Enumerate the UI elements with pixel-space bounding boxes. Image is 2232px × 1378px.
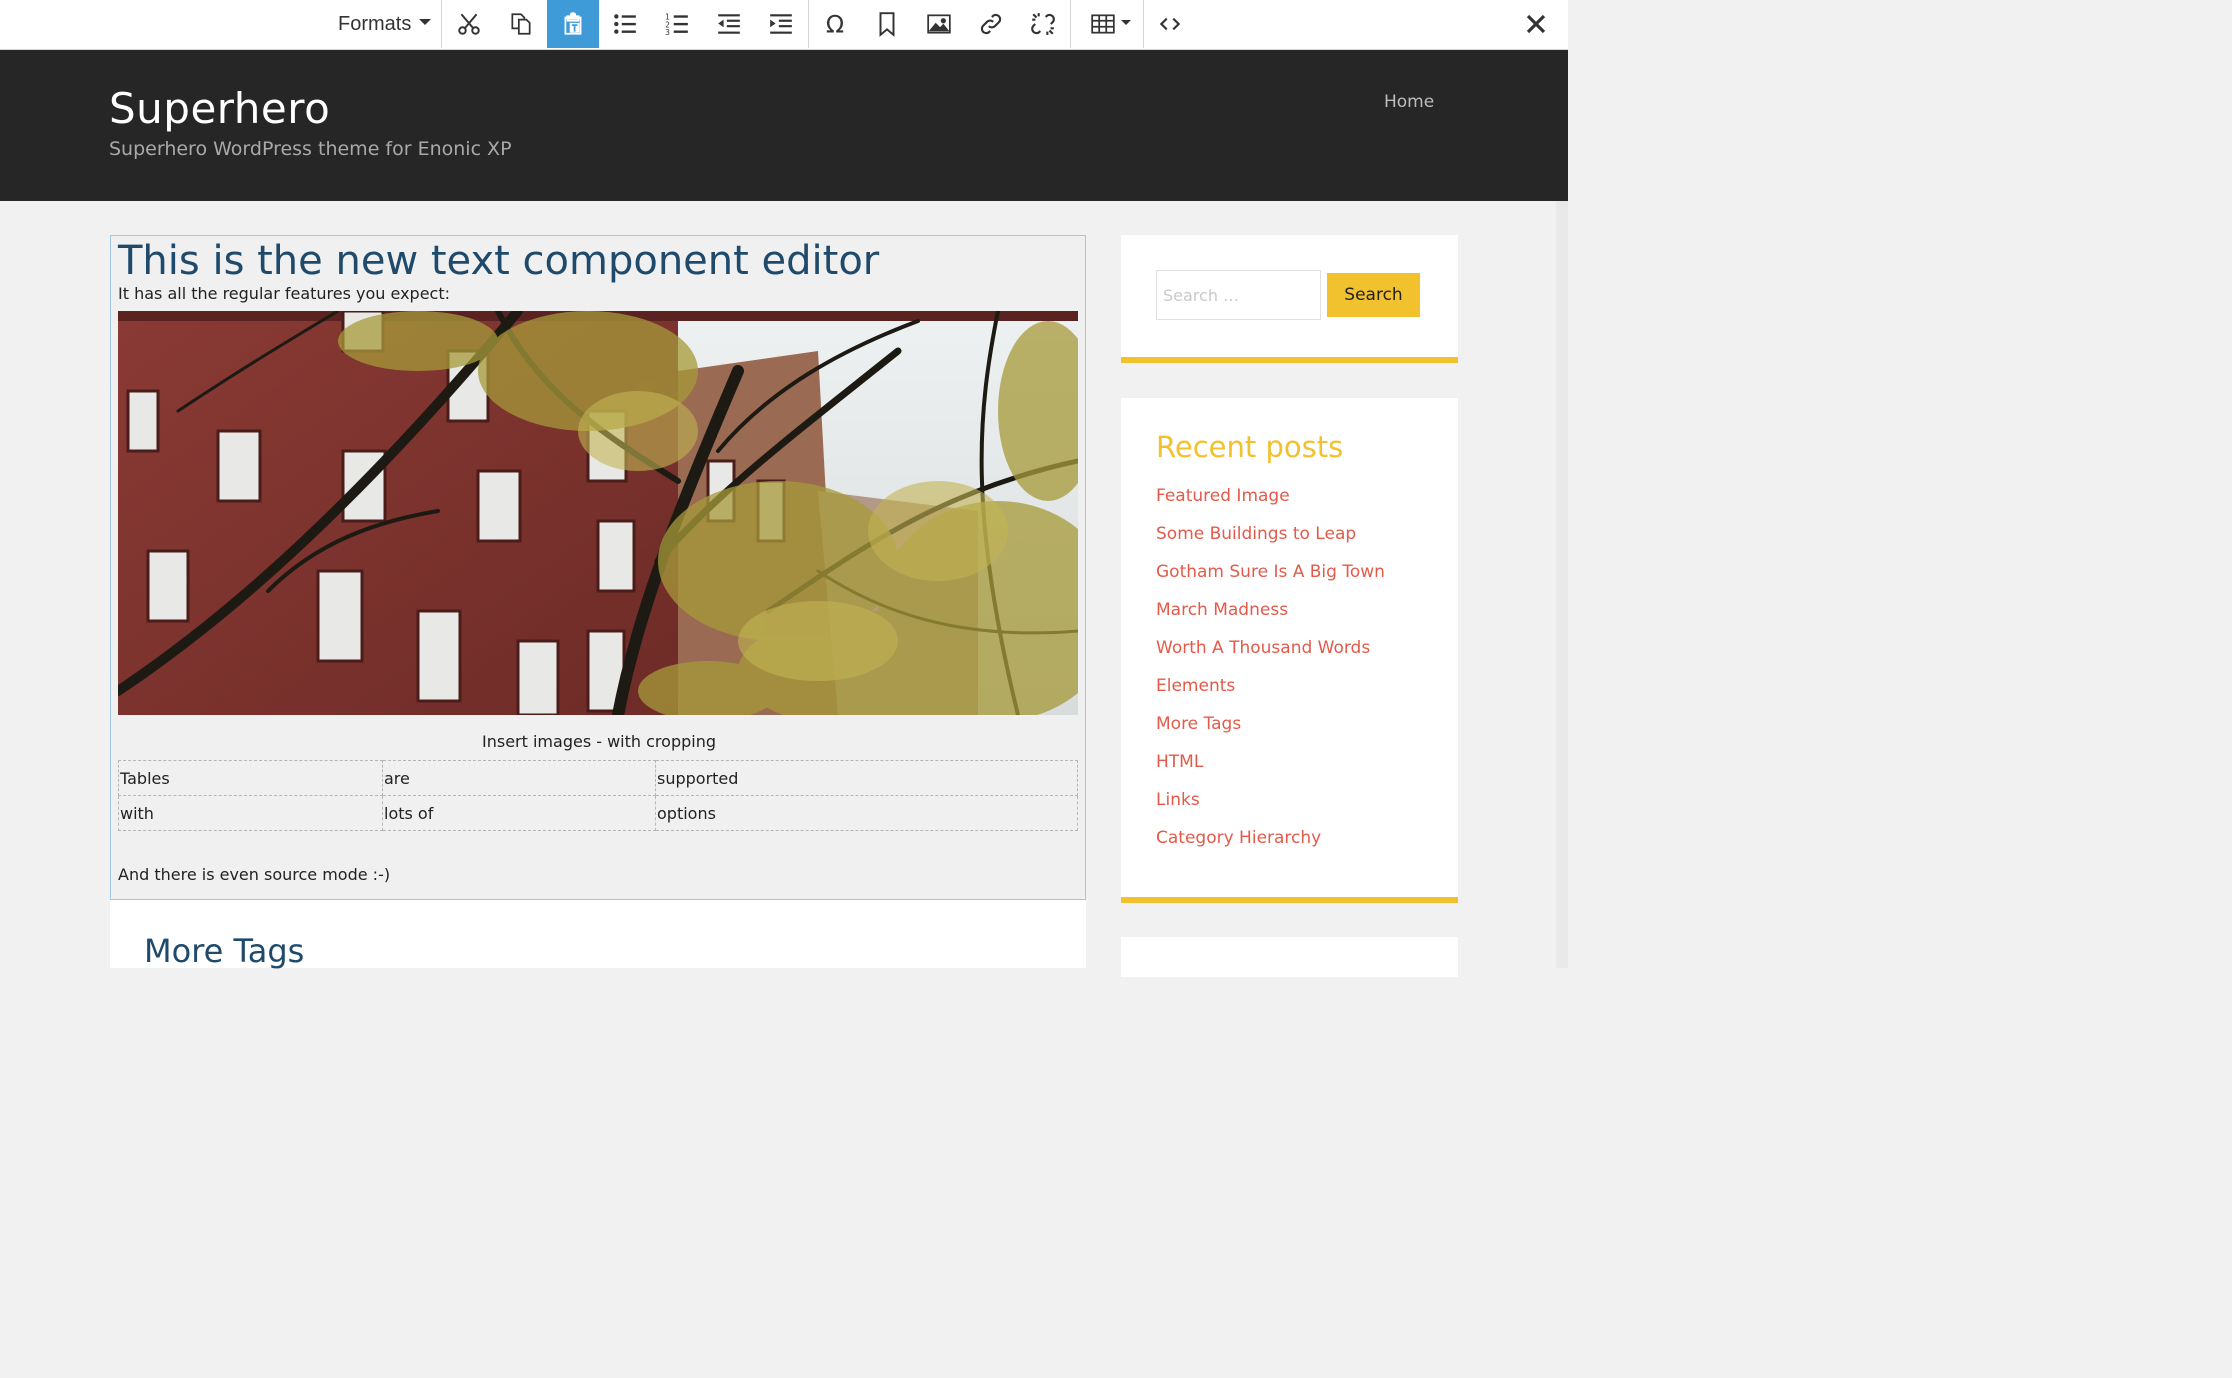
bullet-list-icon bbox=[614, 14, 636, 34]
sidebar-widget bbox=[1121, 937, 1458, 977]
cut-icon bbox=[458, 13, 480, 35]
paste-text-icon bbox=[564, 12, 582, 35]
close-editor-button[interactable] bbox=[1516, 4, 1556, 44]
search-button[interactable]: Search bbox=[1327, 273, 1420, 317]
table-cell[interactable]: lots of bbox=[382, 795, 656, 831]
copy-icon bbox=[511, 13, 531, 35]
link-icon bbox=[980, 13, 1002, 35]
recent-post-link[interactable]: Featured Image bbox=[1156, 486, 1385, 524]
recent-post-link[interactable]: HTML bbox=[1156, 752, 1385, 790]
indent-icon bbox=[770, 14, 792, 34]
recent-post-link[interactable]: Some Buildings to Leap bbox=[1156, 524, 1385, 562]
nav-item-home[interactable]: Home bbox=[1384, 92, 1434, 112]
site-header: Superhero Superhero WordPress theme for … bbox=[0, 50, 1568, 201]
search-input[interactable]: Search … bbox=[1156, 270, 1321, 320]
recent-post-link[interactable]: Gotham Sure Is A Big Town bbox=[1156, 562, 1385, 600]
editor-heading[interactable]: This is the new text component editor bbox=[118, 238, 879, 284]
table-icon bbox=[1091, 14, 1115, 34]
outdent-icon bbox=[718, 14, 740, 34]
outdent-button[interactable] bbox=[703, 0, 755, 48]
numbered-list-icon: 123 bbox=[665, 13, 688, 37]
text-component-editor[interactable]: This is the new text component editor It… bbox=[110, 235, 1086, 900]
copy-button[interactable] bbox=[495, 0, 547, 48]
editor-intro-text[interactable]: It has all the regular features you expe… bbox=[118, 284, 450, 303]
recent-post-link[interactable]: March Madness bbox=[1156, 600, 1385, 638]
site-description: Superhero WordPress theme for Enonic XP bbox=[109, 138, 512, 160]
recent-post-link[interactable]: Links bbox=[1156, 790, 1385, 828]
anchor-icon bbox=[879, 12, 895, 37]
source-code-icon bbox=[1159, 17, 1181, 31]
anchor-button[interactable] bbox=[861, 0, 913, 48]
recent-post-link[interactable]: Worth A Thousand Words bbox=[1156, 638, 1385, 676]
bullet-list-button[interactable] bbox=[599, 0, 651, 48]
table-row: with lots of options bbox=[118, 795, 1078, 831]
search-widget: Search … Search bbox=[1121, 235, 1458, 363]
table-button[interactable] bbox=[1073, 0, 1143, 48]
insert-image-button[interactable] bbox=[913, 0, 965, 48]
table-cell[interactable]: supported bbox=[655, 760, 1078, 796]
link-button[interactable] bbox=[965, 0, 1017, 48]
toolbar-divider bbox=[1070, 0, 1071, 48]
formats-label: Formats bbox=[338, 12, 412, 35]
paste-text-button[interactable] bbox=[547, 0, 599, 48]
chevron-down-icon bbox=[419, 19, 432, 25]
recent-posts-title: Recent posts bbox=[1156, 430, 1344, 464]
recent-post-link[interactable]: Elements bbox=[1156, 676, 1385, 714]
inserted-image[interactable] bbox=[118, 311, 1078, 715]
recent-post-link[interactable]: Category Hierarchy bbox=[1156, 828, 1385, 866]
post-card: More Tags bbox=[110, 900, 1086, 970]
post-title[interactable]: More Tags bbox=[144, 932, 304, 970]
table-cell[interactable]: are bbox=[382, 760, 656, 796]
page-edge bbox=[1556, 201, 1568, 968]
recent-post-link[interactable]: More Tags bbox=[1156, 714, 1385, 752]
editor-table[interactable]: Tables are supported with lots of option… bbox=[118, 760, 1078, 831]
svg-text:Ω: Ω bbox=[826, 11, 844, 37]
unlink-icon bbox=[1031, 13, 1055, 35]
special-char-icon: Ω bbox=[826, 11, 844, 37]
image-icon bbox=[927, 14, 951, 34]
indent-button[interactable] bbox=[755, 0, 807, 48]
table-cell[interactable]: with bbox=[118, 795, 383, 831]
recent-posts-list: Featured Image Some Buildings to Leap Go… bbox=[1156, 486, 1385, 866]
special-char-button[interactable]: Ω bbox=[809, 0, 861, 48]
recent-posts-widget: Recent posts Featured Image Some Buildin… bbox=[1121, 398, 1458, 903]
table-cell[interactable]: Tables bbox=[118, 760, 383, 796]
site-title[interactable]: Superhero bbox=[109, 84, 330, 133]
close-icon bbox=[1526, 14, 1546, 34]
table-row: Tables are supported bbox=[118, 760, 1078, 796]
editor-toolbar: Formats 123 Ω bbox=[0, 0, 1568, 50]
cut-button[interactable] bbox=[443, 0, 495, 48]
source-code-button[interactable] bbox=[1144, 0, 1196, 48]
table-cell[interactable]: options bbox=[655, 795, 1078, 831]
svg-text:3: 3 bbox=[665, 28, 670, 37]
formats-dropdown[interactable]: Formats bbox=[326, 0, 442, 48]
chevron-down-icon bbox=[1121, 20, 1131, 25]
numbered-list-button[interactable]: 123 bbox=[651, 0, 703, 48]
image-caption[interactable]: Insert images - with cropping bbox=[111, 732, 1087, 751]
building-photo bbox=[118, 311, 1078, 715]
editor-footer-text[interactable]: And there is even source mode :-) bbox=[118, 865, 390, 884]
unlink-button[interactable] bbox=[1017, 0, 1069, 48]
